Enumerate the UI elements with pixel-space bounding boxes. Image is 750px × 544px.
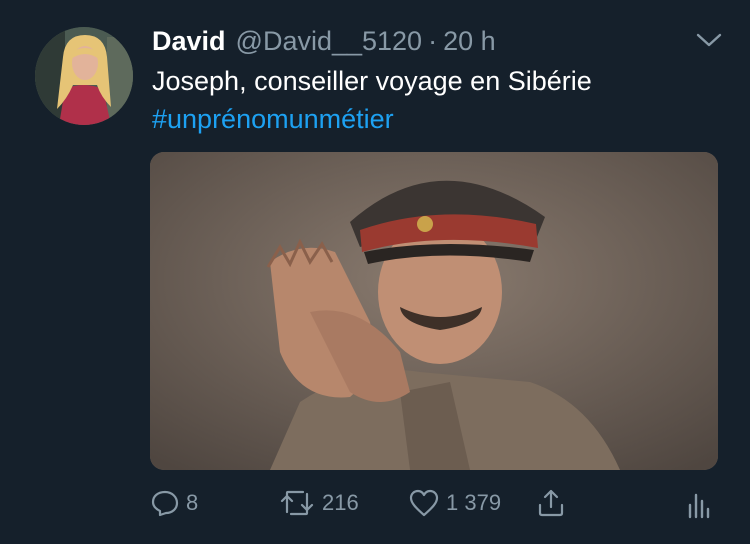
tweet-body: Joseph, conseiller voyage en Sibérie [152, 66, 592, 96]
share-button[interactable] [536, 485, 566, 521]
analytics-button[interactable] [686, 485, 712, 521]
hashtag-link[interactable]: #unprénomunmétier [152, 100, 592, 138]
share-icon [536, 488, 566, 518]
like-count: 1 379 [446, 490, 502, 515]
author-handle[interactable]: @David__5120 [236, 26, 423, 57]
media-photo [150, 152, 718, 470]
avatar-photo [35, 27, 133, 125]
reply-button[interactable]: 8 [150, 485, 198, 521]
tweet-header: David @David__5120 · 20 h [152, 24, 496, 58]
tweet-actions: 8 216 1 379 [150, 485, 720, 521]
avatar[interactable] [35, 27, 133, 125]
reply-icon [150, 488, 180, 518]
author-name[interactable]: David [152, 26, 226, 57]
like-button[interactable]: 1 379 [408, 485, 501, 521]
heart-icon [408, 488, 440, 518]
tweet[interactable]: David @David__5120 · 20 h Joseph, consei… [0, 0, 750, 544]
tweet-text: Joseph, conseiller voyage en Sibérie #un… [152, 62, 592, 138]
retweet-button[interactable]: 216 [278, 485, 359, 521]
tweet-timestamp[interactable]: 20 h [443, 26, 496, 57]
separator-dot: · [428, 25, 438, 56]
reply-count: 8 [186, 490, 199, 515]
retweet-icon [278, 488, 316, 518]
analytics-icon [686, 487, 712, 519]
tweet-media-image[interactable] [150, 152, 718, 470]
chevron-down-icon[interactable] [694, 28, 724, 52]
retweet-count: 216 [322, 490, 359, 515]
